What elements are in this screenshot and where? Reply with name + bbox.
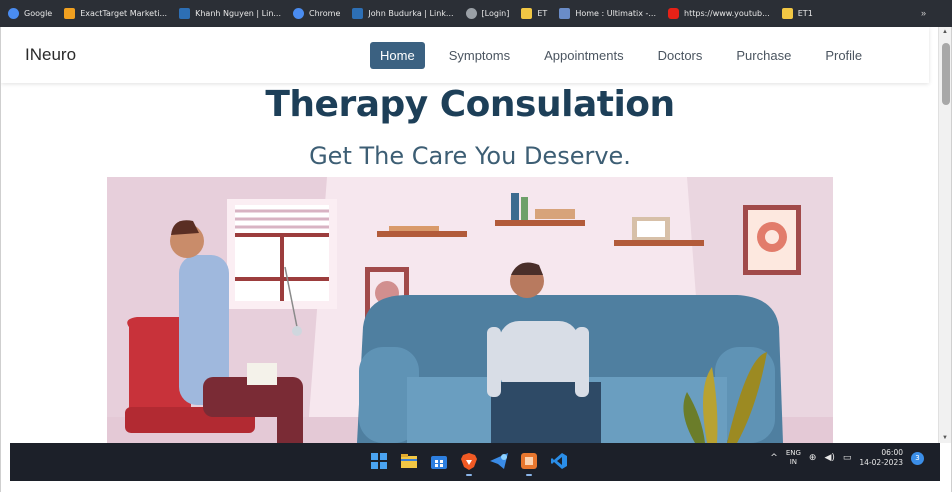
taskbar-apps xyxy=(368,450,570,476)
bookmark-label: John Budurka | Link... xyxy=(368,9,454,18)
nav-symptoms[interactable]: Symptoms xyxy=(439,42,520,69)
bookmark-exacttarget[interactable]: ExactTarget Marketi... xyxy=(64,8,167,19)
bookmark-ultimatix[interactable]: Home : Ultimatix -... xyxy=(559,8,656,19)
tray-overflow-icon[interactable]: ^ xyxy=(770,453,778,463)
bookmark-chrome[interactable]: Chrome xyxy=(293,8,340,19)
clock-date: 14-02-2023 xyxy=(859,458,903,467)
battery-icon[interactable]: ▭ xyxy=(843,453,852,463)
nav-profile[interactable]: Profile xyxy=(815,42,872,69)
nav-home[interactable]: Home xyxy=(370,42,425,69)
nav-appointments[interactable]: Appointments xyxy=(534,42,634,69)
chrome-icon xyxy=(293,8,305,19)
site-navbar: INeuro Home Symptoms Appointments Doctor… xyxy=(1,27,929,83)
language-indicator[interactable]: ENG IN xyxy=(786,449,801,467)
vscode-icon[interactable] xyxy=(548,450,570,472)
bookmark-label: Google xyxy=(24,9,53,18)
page-subtitle: Get The Care You Deserve. xyxy=(309,142,631,170)
site-nav: Home Symptoms Appointments Doctors Purch… xyxy=(370,42,886,69)
bookmark-et[interactable]: ET xyxy=(521,8,547,19)
bookmark-login[interactable]: [Login] xyxy=(465,8,510,19)
clock-time: 06:00 xyxy=(881,448,903,457)
mail-icon[interactable] xyxy=(488,450,510,472)
file-explorer-icon[interactable] xyxy=(398,450,420,472)
bookmark-label: ExactTarget Marketi... xyxy=(80,9,168,18)
folder-icon xyxy=(781,8,793,19)
bookmark-label: Khanh Nguyen | Lin... xyxy=(195,9,282,18)
site-brand[interactable]: INeuro xyxy=(25,45,76,65)
google-icon xyxy=(8,8,19,19)
windows-taskbar: ^ ENG IN ⊕ ◀) ▭ 06:00 14-02-2023 3 xyxy=(10,443,940,481)
linkedin-icon xyxy=(179,8,191,19)
bookmark-google[interactable]: Google xyxy=(8,8,52,19)
bookmark-label: ET xyxy=(537,9,548,18)
bookmarks-bar: Google ExactTarget Marketi... Khanh Nguy… xyxy=(0,0,952,27)
linkedin-icon xyxy=(352,8,364,19)
folder-icon xyxy=(521,8,533,19)
bookmark-label: Chrome xyxy=(309,9,341,18)
store-icon[interactable] xyxy=(428,450,450,472)
region-code: IN xyxy=(789,458,798,466)
network-icon[interactable]: ⊕ xyxy=(809,453,817,463)
bookmark-label: https://www.youtub... xyxy=(684,9,770,18)
bookmark-label: ET1 xyxy=(797,9,813,18)
scroll-down-arrow-icon[interactable]: ▼ xyxy=(942,435,948,441)
office-icon[interactable] xyxy=(518,450,540,476)
exacttarget-icon xyxy=(64,8,76,19)
bookmark-et1[interactable]: ET1 xyxy=(781,8,813,19)
ultimatix-icon xyxy=(559,8,571,19)
page-viewport: INeuro Home Symptoms Appointments Doctor… xyxy=(0,27,952,443)
language-code: ENG xyxy=(785,449,801,457)
notification-badge[interactable]: 3 xyxy=(911,451,924,465)
scroll-up-arrow-icon[interactable]: ▲ xyxy=(942,29,948,35)
bookmark-youtube[interactable]: https://www.youtub... xyxy=(668,8,770,19)
therapy-illustration xyxy=(107,177,833,443)
bookmark-khanh-nguyen[interactable]: Khanh Nguyen | Lin... xyxy=(179,8,281,19)
bottom-edge xyxy=(0,481,952,492)
clock[interactable]: 06:00 14-02-2023 xyxy=(859,448,903,468)
brave-icon[interactable] xyxy=(458,450,480,476)
page-scrollbar[interactable]: ▲ ▼ xyxy=(938,27,952,443)
more-bookmarks-button[interactable]: » xyxy=(921,8,926,18)
bookmark-john-budurka[interactable]: John Budurka | Link... xyxy=(352,8,454,19)
page-title: Therapy Consulation xyxy=(265,84,675,125)
system-tray: ^ ENG IN ⊕ ◀) ▭ 06:00 14-02-2023 3 xyxy=(770,448,924,468)
scrollbar-thumb[interactable] xyxy=(942,43,950,105)
volume-icon[interactable]: ◀) xyxy=(824,453,834,463)
bookmark-label: [Login] xyxy=(481,9,510,18)
bookmark-label: Home : Ultimatix -... xyxy=(575,9,657,18)
globe-icon xyxy=(465,8,477,19)
youtube-icon xyxy=(668,8,680,19)
nav-purchase[interactable]: Purchase xyxy=(726,42,801,69)
windows-start-icon[interactable] xyxy=(368,450,390,472)
window-illustration xyxy=(227,199,337,309)
nav-doctors[interactable]: Doctors xyxy=(648,42,713,69)
